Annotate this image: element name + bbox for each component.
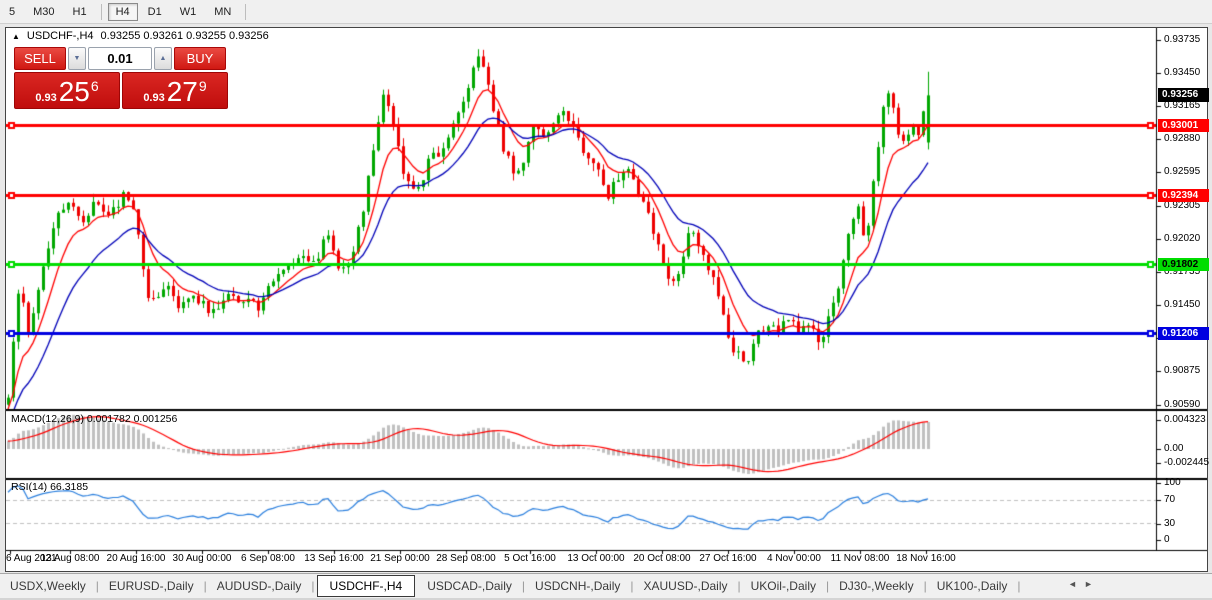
- symbol-tab-USDX-Weekly[interactable]: USDX,Weekly: [0, 576, 96, 596]
- toolbar-separator: [245, 4, 246, 20]
- timeframe-H1[interactable]: H1: [65, 3, 95, 21]
- rsi-indicator-label: RSI(14) 66.3185: [11, 481, 88, 493]
- timeframe-H4[interactable]: H4: [108, 3, 138, 21]
- symbol-tab-AUDUSD-Daily[interactable]: AUDUSD-,Daily: [207, 576, 312, 596]
- chart-window: ▲ USDCHF-,H4 0.93255 0.93261 0.93255 0.9…: [5, 27, 1208, 572]
- rsi-axis-label: 0: [1164, 534, 1170, 545]
- chart-ohlc-values: 0.93255 0.93261 0.93255 0.93256: [101, 30, 269, 42]
- symbol-tab-DJ30-Weekly[interactable]: DJ30-,Weekly: [829, 576, 923, 596]
- price-axis-label: 0.91450: [1164, 299, 1200, 310]
- price-axis-label: 0.92020: [1164, 233, 1200, 244]
- buy-button[interactable]: BUY: [174, 47, 226, 70]
- current-price-tag: 0.93256: [1158, 88, 1209, 102]
- down-arrow-icon: ▼: [74, 55, 81, 62]
- chart-title: ▲ USDCHF-,H4 0.93255 0.93261 0.93255 0.9…: [12, 30, 269, 42]
- timeframe-toolbar: 5M30H1 H4D1W1MN: [0, 0, 1212, 24]
- rsi-axis-label: 70: [1164, 494, 1175, 505]
- rsi-axis-label: 30: [1164, 518, 1175, 529]
- volume-input[interactable]: [88, 47, 152, 70]
- symbol-tab-USDCHF-H4[interactable]: USDCHF-,H4: [317, 575, 416, 597]
- symbol-tab-bar: ◄ ► USDX,Weekly|EURUSD-,Daily|AUDUSD-,Da…: [0, 573, 1212, 598]
- volume-decrease-button[interactable]: ▼: [68, 47, 86, 70]
- price-axis-label: 0.90875: [1164, 365, 1200, 376]
- buy-price-sup: 9: [199, 78, 207, 94]
- buy-price-display[interactable]: 0.93279: [122, 72, 228, 109]
- sell-price-sup: 6: [91, 78, 99, 94]
- tab-separator: |: [311, 579, 314, 593]
- timeframe-M30[interactable]: M30: [25, 3, 62, 21]
- price-chart-canvas[interactable]: [6, 28, 1207, 571]
- time-axis-label: 18 Nov 16:00: [881, 553, 971, 564]
- price-axis-label: 0.93450: [1164, 67, 1200, 78]
- one-click-trading-panel: SELL ▼ ▲ BUY 0.93256 0.93279: [14, 47, 228, 109]
- rsi-axis-label: 100: [1164, 477, 1181, 488]
- toolbar-separator: [101, 4, 102, 20]
- macd-axis-label: -0.002445: [1164, 457, 1209, 468]
- price-axis-label: 0.92880: [1164, 133, 1200, 144]
- price-level-tag: 0.91802: [1158, 258, 1209, 271]
- macd-indicator-label: MACD(12,26,9) 0.001782 0.001256: [11, 413, 177, 425]
- sell-price-display[interactable]: 0.93256: [14, 72, 120, 109]
- macd-axis-label: 0.00: [1164, 443, 1183, 454]
- price-level-tag: 0.93001: [1158, 119, 1209, 132]
- buy-price-prefix: 0.93: [143, 91, 164, 105]
- volume-increase-button[interactable]: ▲: [154, 47, 172, 70]
- timeframe-5[interactable]: 5: [1, 3, 23, 21]
- price-axis-label: 0.90590: [1164, 399, 1200, 410]
- buy-price-big: 27: [167, 79, 198, 105]
- sell-price-big: 25: [59, 79, 90, 105]
- tab-separator: |: [1017, 579, 1020, 593]
- price-axis-label: 0.92595: [1164, 166, 1200, 177]
- timeframe-D1[interactable]: D1: [140, 3, 170, 21]
- up-arrow-icon: ▲: [160, 55, 167, 62]
- sell-price-prefix: 0.93: [35, 91, 56, 105]
- tabs-scroll-right-icon[interactable]: ►: [1084, 579, 1093, 589]
- symbol-tab-USDCAD-Daily[interactable]: USDCAD-,Daily: [417, 576, 522, 596]
- symbol-tab-XAUUSD-Daily[interactable]: XAUUSD-,Daily: [634, 576, 738, 596]
- price-axis-label: 0.93735: [1164, 34, 1200, 45]
- timeframe-W1[interactable]: W1: [172, 3, 205, 21]
- panel-collapse-icon[interactable]: ▲: [12, 32, 20, 41]
- symbol-tab-USDCNH-Daily[interactable]: USDCNH-,Daily: [525, 576, 630, 596]
- price-level-tag: 0.92394: [1158, 189, 1209, 202]
- tabs-scroll-left-icon[interactable]: ◄: [1068, 579, 1077, 589]
- symbol-tab-UK100-Daily[interactable]: UK100-,Daily: [927, 576, 1018, 596]
- macd-axis-label: 0.004323: [1164, 414, 1206, 425]
- sell-button[interactable]: SELL: [14, 47, 66, 70]
- chart-symbol-period: USDCHF-,H4: [27, 30, 94, 42]
- symbol-tab-UKOil-Daily[interactable]: UKOil-,Daily: [741, 576, 826, 596]
- price-level-tag: 0.91206: [1158, 327, 1209, 340]
- timeframe-MN[interactable]: MN: [206, 3, 239, 21]
- symbol-tab-EURUSD-Daily[interactable]: EURUSD-,Daily: [99, 576, 204, 596]
